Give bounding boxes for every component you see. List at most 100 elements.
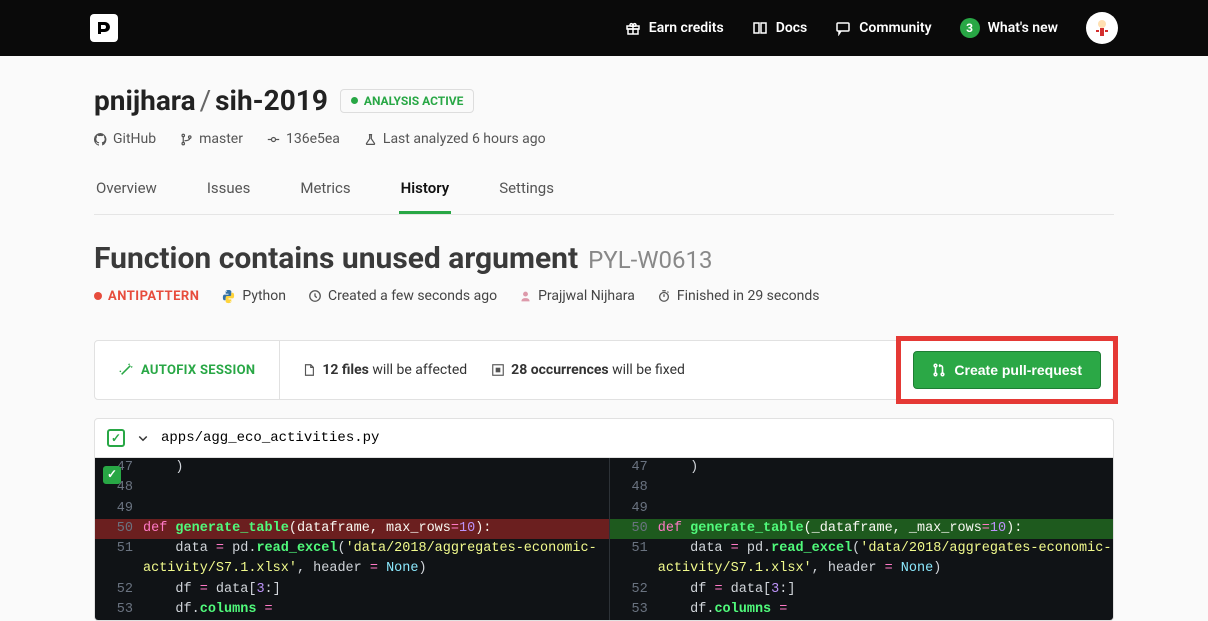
person-icon bbox=[519, 290, 532, 303]
code-line: 48 bbox=[95, 478, 609, 498]
file-header: apps/agg_eco_activities.py bbox=[95, 419, 1113, 458]
avatar[interactable] bbox=[1086, 12, 1118, 44]
repo-name[interactable]: sih-2019 bbox=[215, 84, 328, 117]
branch-meta[interactable]: master bbox=[180, 131, 243, 147]
issue-created: Created a few seconds ago bbox=[308, 288, 497, 304]
line-number bbox=[95, 559, 143, 579]
whatsnew-label: What's new bbox=[988, 20, 1058, 36]
line-number: 53 bbox=[610, 600, 658, 620]
issue-author: Prajjwal Nijhara bbox=[519, 288, 635, 304]
avatar-icon bbox=[1090, 16, 1114, 40]
line-content: data = pd.read_excel('data/2018/aggregat… bbox=[658, 539, 1114, 559]
issue-lang: Python bbox=[221, 288, 286, 304]
issue-lang-label: Python bbox=[242, 288, 286, 304]
code-line: 51 data = pd.read_excel('data/2018/aggre… bbox=[610, 539, 1114, 559]
logo-icon bbox=[96, 20, 112, 36]
files-rest: will be affected bbox=[369, 362, 467, 378]
occ-count: 28 occurrences bbox=[511, 362, 608, 378]
autofix-session: AUTOFIX SESSION bbox=[95, 341, 280, 399]
line-content: activity/S7.1.xlsx', header = None) bbox=[658, 559, 1114, 579]
pr-icon bbox=[932, 363, 946, 377]
line-content: ) bbox=[658, 458, 1114, 478]
code-line: 48 bbox=[610, 478, 1114, 498]
whatsnew-badge: 3 bbox=[960, 18, 980, 38]
code-line: 50def generate_table(dataframe, max_rows… bbox=[95, 519, 609, 539]
commit-meta[interactable]: 136e5ea bbox=[267, 131, 340, 147]
line-content: data = pd.read_excel('data/2018/aggregat… bbox=[143, 539, 609, 559]
chat-icon bbox=[835, 20, 851, 36]
issue-finished-label: Finished in 29 seconds bbox=[677, 288, 820, 304]
issue-header: Function contains unused argument PYL-W0… bbox=[94, 215, 1114, 314]
issue-created-label: Created a few seconds ago bbox=[328, 288, 497, 304]
stopwatch-icon bbox=[657, 289, 671, 303]
flask-icon bbox=[364, 133, 377, 146]
tab-settings[interactable]: Settings bbox=[497, 169, 556, 214]
autofix-bar: AUTOFIX SESSION 12 files will be affecte… bbox=[94, 340, 1114, 400]
clock-icon bbox=[308, 289, 322, 303]
line-content: df.columns = bbox=[143, 600, 609, 620]
diff-right: 47 )484950def generate_table(_dataframe,… bbox=[609, 458, 1114, 620]
repo-meta: GitHub master 136e5ea Last analyzed 6 ho… bbox=[94, 131, 1114, 147]
diff-left: 47 )484950def generate_table(dataframe, … bbox=[95, 458, 609, 620]
tab-overview[interactable]: Overview bbox=[94, 169, 159, 214]
code-line: activity/S7.1.xlsx', header = None) bbox=[95, 559, 609, 579]
logo[interactable] bbox=[90, 14, 118, 42]
status-badge: ANALYSIS ACTIVE bbox=[340, 89, 474, 113]
repo-header: pnijhara/sih-2019 ANALYSIS ACTIVE GitHub… bbox=[94, 56, 1114, 215]
repo-owner[interactable]: pnijhara bbox=[94, 84, 196, 117]
tab-metrics[interactable]: Metrics bbox=[298, 169, 352, 214]
line-number: 51 bbox=[610, 539, 658, 559]
whatsnew-link[interactable]: 3 What's new bbox=[960, 18, 1058, 38]
docs-link[interactable]: Docs bbox=[752, 20, 808, 36]
line-content: activity/S7.1.xlsx', header = None) bbox=[143, 559, 609, 579]
community-link[interactable]: Community bbox=[835, 20, 931, 36]
file-path: apps/agg_eco_activities.py bbox=[161, 430, 379, 446]
issue-meta: ANTIPATTERN Python Created a few seconds… bbox=[94, 288, 1114, 304]
files-count: 12 files bbox=[322, 362, 369, 378]
tabs: Overview Issues Metrics History Settings bbox=[94, 169, 1114, 215]
line-content: df = data[3:] bbox=[658, 580, 1114, 600]
docs-label: Docs bbox=[776, 20, 808, 36]
repo-title: pnijhara/sih-2019 bbox=[94, 84, 328, 117]
code-line: 52 df = data[3:] bbox=[610, 580, 1114, 600]
red-dot-icon bbox=[94, 292, 102, 300]
community-label: Community bbox=[859, 20, 931, 36]
line-content bbox=[658, 499, 1114, 519]
issue-author-label: Prajjwal Nijhara bbox=[538, 288, 635, 304]
branch-icon bbox=[180, 133, 193, 146]
create-pr-button[interactable]: Create pull-request bbox=[913, 351, 1101, 389]
chevron-down-icon[interactable] bbox=[137, 432, 149, 444]
autofix-actions: Create pull-request bbox=[901, 341, 1113, 399]
file-checkbox[interactable] bbox=[107, 429, 125, 447]
line-content bbox=[143, 499, 609, 519]
analyzed-meta: Last analyzed 6 hours ago bbox=[364, 131, 546, 147]
line-number: 49 bbox=[95, 499, 143, 519]
code-line: 47 ) bbox=[610, 458, 1114, 478]
tab-issues[interactable]: Issues bbox=[205, 169, 253, 214]
code-line: 53 df.columns = bbox=[610, 600, 1114, 620]
hunk-checkbox[interactable] bbox=[103, 466, 121, 484]
line-content: def generate_table(dataframe, max_rows=1… bbox=[143, 519, 609, 539]
target-icon bbox=[491, 363, 505, 377]
line-number: 50 bbox=[610, 519, 658, 539]
file-panel: apps/agg_eco_activities.py 47 )484950def… bbox=[94, 418, 1114, 621]
python-icon bbox=[221, 289, 236, 304]
earn-credits-link[interactable]: Earn credits bbox=[625, 20, 724, 36]
line-number bbox=[610, 559, 658, 579]
issue-tag-label: ANTIPATTERN bbox=[108, 289, 199, 304]
issue-title: Function contains unused argument bbox=[94, 241, 578, 276]
line-content bbox=[658, 478, 1114, 498]
status-dot-icon bbox=[351, 97, 358, 104]
code-line: 49 bbox=[610, 499, 1114, 519]
line-content: def generate_table(_dataframe, _max_rows… bbox=[658, 519, 1114, 539]
source-label: GitHub bbox=[113, 131, 156, 147]
tab-history[interactable]: History bbox=[399, 169, 452, 214]
wand-icon bbox=[119, 363, 133, 377]
code-line: 53 df.columns = bbox=[95, 600, 609, 620]
code-line: activity/S7.1.xlsx', header = None) bbox=[610, 559, 1114, 579]
commit-label: 136e5ea bbox=[286, 131, 340, 147]
files-icon bbox=[302, 363, 316, 377]
topbar: Earn credits Docs Community 3 What's new bbox=[0, 0, 1208, 56]
occurrences-fixed: 28 occurrences will be fixed bbox=[491, 362, 685, 378]
occ-rest: will be fixed bbox=[609, 362, 685, 378]
